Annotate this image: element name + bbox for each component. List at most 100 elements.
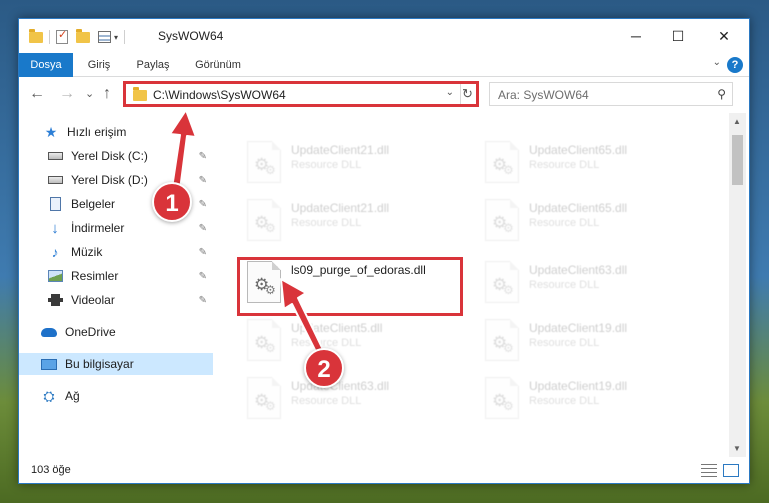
pin-icon[interactable]: ✎ bbox=[199, 151, 207, 162]
file-type: Resource DLL bbox=[529, 395, 600, 407]
forward-button[interactable]: → bbox=[59, 85, 75, 103]
drive-icon bbox=[47, 149, 63, 163]
address-highlight-box bbox=[123, 81, 479, 107]
tab-home[interactable]: Giriş bbox=[81, 53, 117, 77]
sidebar-item-label: Müzik bbox=[71, 245, 103, 259]
pin-icon[interactable]: ✎ bbox=[199, 175, 207, 186]
recent-locations-button[interactable]: ⌄ bbox=[85, 87, 94, 100]
dll-file-icon: ⚙ ⚙ bbox=[247, 319, 281, 361]
file-name: UpdateClient63.dll bbox=[291, 379, 390, 393]
file-type: Resource DLL bbox=[291, 395, 362, 407]
tab-view[interactable]: Görünüm bbox=[189, 53, 247, 77]
sidebar-item-downloads[interactable]: ↓ İndirmeler ✎ bbox=[19, 217, 213, 239]
pin-icon[interactable]: ✎ bbox=[199, 223, 207, 234]
tab-share[interactable]: Paylaş bbox=[131, 53, 175, 77]
dll-file-icon: ⚙ ⚙ bbox=[247, 199, 281, 241]
scroll-thumb[interactable] bbox=[732, 135, 743, 185]
large-icons-view-icon[interactable] bbox=[723, 464, 739, 477]
title-bar: ▾ SysWOW64 ─ ☐ ✕ bbox=[19, 19, 749, 53]
file-item[interactable]: ⚙ ⚙ UpdateClient5.dll Resource DLL bbox=[243, 317, 463, 367]
window-title: SysWOW64 bbox=[158, 29, 224, 43]
dll-file-icon: ⚙ ⚙ bbox=[485, 319, 519, 361]
file-name: UpdateClient63.dll bbox=[529, 263, 628, 277]
file-type: Resource DLL bbox=[291, 159, 362, 171]
file-name: UpdateClient19.dll bbox=[529, 321, 628, 335]
onedrive-icon bbox=[41, 325, 57, 339]
file-item[interactable]: ⚙ ⚙ UpdateClient21.dll Resource DLL bbox=[243, 197, 463, 247]
pin-icon[interactable]: ✎ bbox=[199, 199, 207, 210]
help-button[interactable]: ? bbox=[727, 57, 743, 73]
sidebar-item-label: İndirmeler bbox=[71, 221, 125, 235]
separator bbox=[124, 30, 126, 44]
file-name: UpdateClient65.dll bbox=[529, 201, 628, 215]
separator bbox=[49, 30, 50, 44]
file-list: ⚙ ⚙ UpdateClient21.dll Resource DLL ⚙ ⚙ Up… bbox=[219, 113, 729, 457]
sidebar-item-quick-access[interactable]: ★ Hızlı erişim bbox=[19, 121, 213, 143]
file-name: UpdateClient21.dll bbox=[291, 143, 390, 157]
quick-access-dropdown-icon[interactable]: ▾ bbox=[114, 33, 118, 42]
this-pc-icon bbox=[41, 357, 57, 371]
back-button[interactable]: ← bbox=[29, 85, 45, 103]
customize-view-icon[interactable] bbox=[98, 31, 111, 43]
scroll-up-icon[interactable]: ▲ bbox=[733, 117, 741, 126]
file-item[interactable]: ⚙ ⚙ UpdateClient19.dll Resource DLL bbox=[481, 375, 701, 425]
step-badge-2: 2 bbox=[304, 348, 344, 388]
sidebar-item-onedrive[interactable]: OneDrive bbox=[19, 321, 213, 343]
file-item[interactable]: ⚙ ⚙ UpdateClient65.dll Resource DLL bbox=[481, 139, 701, 189]
file-explorer-window: ▾ SysWOW64 ─ ☐ ✕ Dosya Giriş Paylaş Görü… bbox=[18, 18, 750, 484]
search-icon[interactable]: ⚲ bbox=[717, 87, 726, 101]
minimize-button[interactable]: ─ bbox=[613, 19, 659, 53]
details-view-icon[interactable] bbox=[701, 464, 717, 477]
navigation-pane: ★ Hızlı erişim Yerel Disk (C:) ✎ Yerel D… bbox=[19, 113, 215, 457]
search-placeholder: Ara: SysWOW64 bbox=[498, 88, 589, 102]
pin-icon[interactable]: ✎ bbox=[199, 247, 207, 258]
star-icon: ★ bbox=[44, 123, 58, 140]
sidebar-item-label: Yerel Disk (C:) bbox=[71, 149, 148, 163]
dll-file-icon: ⚙ ⚙ bbox=[247, 141, 281, 183]
sidebar-item-label: Ağ bbox=[65, 389, 80, 403]
sidebar-item-videos[interactable]: Videolar ✎ bbox=[19, 289, 213, 311]
pictures-icon bbox=[47, 269, 63, 283]
quick-access-toolbar: ▾ bbox=[29, 28, 131, 45]
network-icon: ⛭ bbox=[43, 387, 55, 404]
file-name: UpdateClient21.dll bbox=[291, 201, 390, 215]
file-item[interactable]: ⚙ ⚙ UpdateClient63.dll Resource DLL bbox=[243, 375, 463, 425]
pin-icon[interactable]: ✎ bbox=[199, 295, 207, 306]
search-box[interactable]: Ara: SysWOW64 ⚲ bbox=[489, 82, 733, 106]
step-badge-1: 1 bbox=[152, 182, 192, 222]
dll-file-icon: ⚙ ⚙ bbox=[485, 199, 519, 241]
sidebar-item-label: Hızlı erişim bbox=[67, 125, 127, 139]
file-type: Resource DLL bbox=[529, 159, 600, 171]
sidebar-item-label: OneDrive bbox=[65, 325, 116, 339]
ribbon-expand-icon[interactable]: ⌄ bbox=[713, 57, 721, 68]
dll-file-icon: ⚙ ⚙ bbox=[485, 261, 519, 303]
vertical-scrollbar[interactable]: ▲ ▼ bbox=[729, 113, 746, 457]
scroll-down-icon[interactable]: ▼ bbox=[733, 444, 741, 453]
item-count: 103 öğe bbox=[31, 464, 71, 476]
dll-file-icon: ⚙ ⚙ bbox=[485, 377, 519, 419]
sidebar-item-music[interactable]: ♪ Müzik ✎ bbox=[19, 241, 213, 263]
sidebar-item-label: Belgeler bbox=[71, 197, 116, 211]
sidebar-item-network[interactable]: ⛭ Ağ bbox=[19, 385, 213, 407]
maximize-button[interactable]: ☐ bbox=[655, 19, 701, 53]
file-item[interactable]: ⚙ ⚙ UpdateClient63.dll Resource DLL bbox=[481, 259, 701, 309]
file-type: Resource DLL bbox=[291, 217, 362, 229]
file-name: UpdateClient65.dll bbox=[529, 143, 628, 157]
file-item[interactable]: ⚙ ⚙ UpdateClient65.dll Resource DLL bbox=[481, 197, 701, 247]
up-button[interactable]: ↑ bbox=[103, 85, 111, 103]
file-item[interactable]: ⚙ ⚙ UpdateClient19.dll Resource DLL bbox=[481, 317, 701, 367]
sidebar-item-pictures[interactable]: Resimler ✎ bbox=[19, 265, 213, 287]
properties-check-icon[interactable] bbox=[56, 28, 68, 44]
new-folder-icon[interactable] bbox=[76, 28, 90, 43]
file-highlight-box bbox=[237, 257, 463, 316]
sidebar-item-local-disk-c[interactable]: Yerel Disk (C:) ✎ bbox=[19, 145, 213, 167]
pin-icon[interactable]: ✎ bbox=[199, 271, 207, 282]
sidebar-item-label: Bu bilgisayar bbox=[65, 357, 134, 371]
sidebar-item-this-pc[interactable]: Bu bilgisayar bbox=[19, 353, 213, 375]
downloads-icon: ↓ bbox=[51, 219, 59, 237]
close-button[interactable]: ✕ bbox=[701, 19, 747, 53]
sidebar-item-label: Yerel Disk (D:) bbox=[71, 173, 148, 187]
dll-file-icon: ⚙ ⚙ bbox=[485, 141, 519, 183]
dll-file-icon: ⚙ ⚙ bbox=[247, 377, 281, 419]
file-item[interactable]: ⚙ ⚙ UpdateClient21.dll Resource DLL bbox=[243, 139, 463, 189]
